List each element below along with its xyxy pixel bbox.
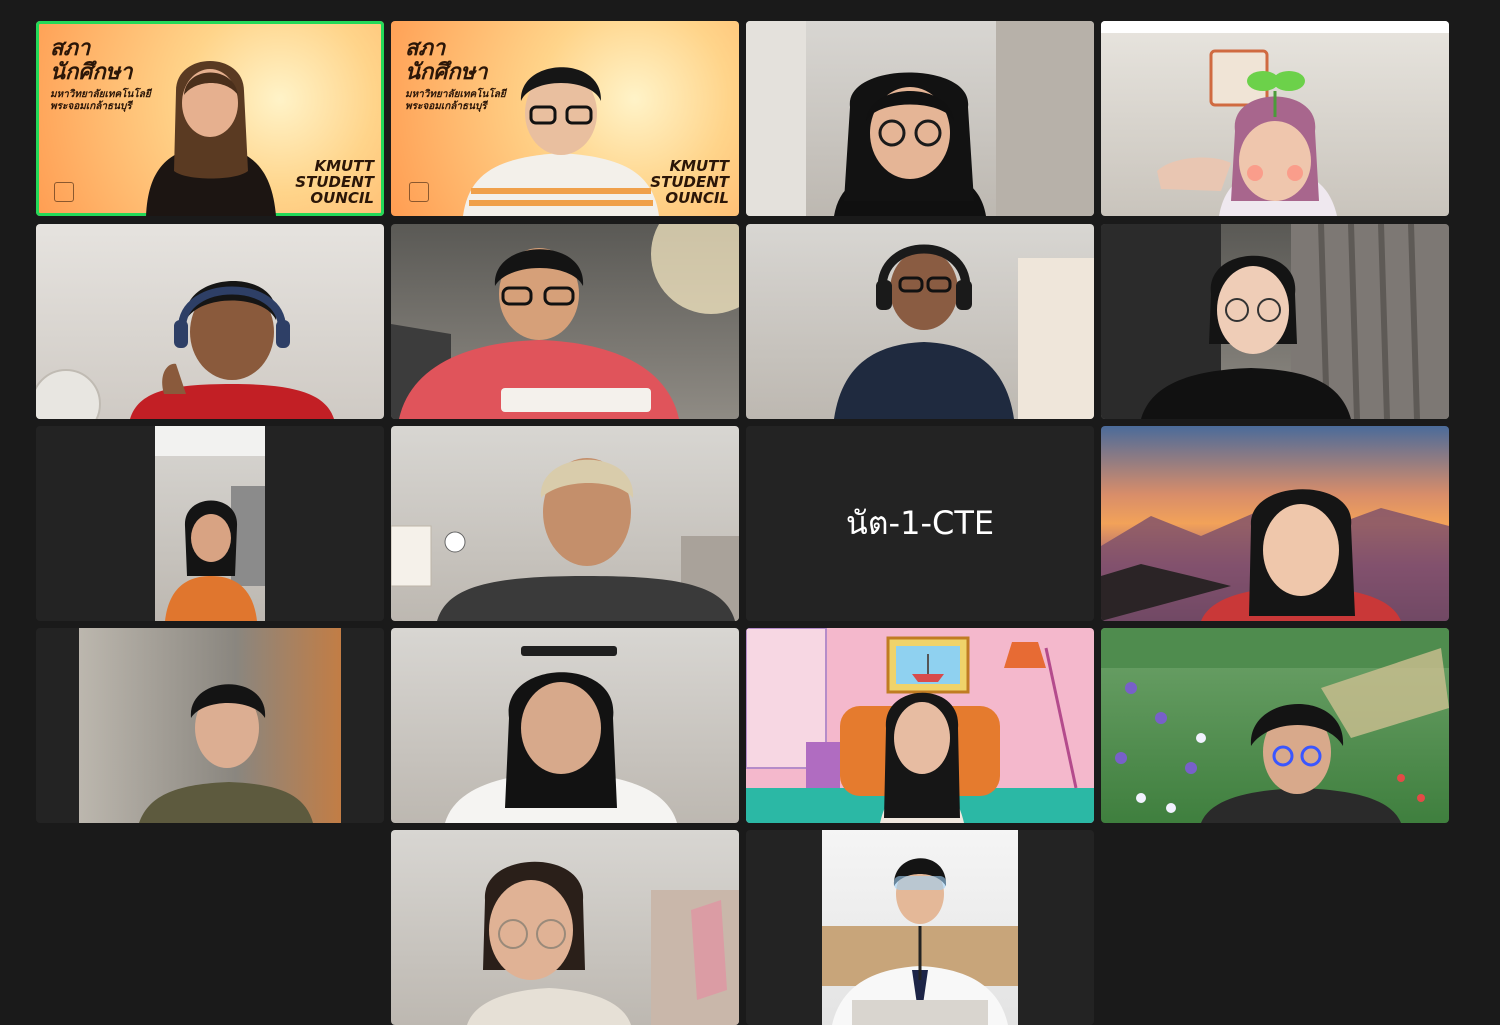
participant-tile-4[interactable] [1101,21,1449,216]
participant-tile-5[interactable] [36,224,384,419]
participant-tile-7[interactable] [746,224,1094,419]
participant-tile-17[interactable] [391,830,739,1025]
participant-tile-11[interactable]: นัต-1-CTE [746,426,1094,621]
participant-video [1101,628,1449,823]
participant-tile-15[interactable] [746,628,1094,823]
participant-video [1101,224,1449,419]
participant-video [146,61,276,216]
participant-video [746,21,1094,216]
participant-video [391,458,739,621]
participant-video [391,224,739,419]
participant-tile-14[interactable] [391,628,739,823]
participant-tile-13[interactable] [36,628,384,823]
participant-video [463,67,659,216]
participant-video [1101,21,1449,216]
participant-tile-8[interactable] [1101,224,1449,419]
participant-video [36,280,334,419]
participant-video [834,244,1094,419]
participant-tile-1[interactable]: สภา นักศึกษา มหาวิทยาลัยเทคโนโลยี พระจอม… [36,21,384,216]
participant-tile-6[interactable] [391,224,739,419]
participant-video [445,646,677,823]
participant-tile-10[interactable] [391,426,739,621]
participant-name: นัต-1-CTE [845,504,995,542]
participant-tile-18[interactable] [746,830,1094,1025]
participant-tile-3[interactable] [746,21,1094,216]
participant-video [746,628,1094,823]
participant-video [467,861,739,1025]
participant-video [139,684,313,823]
participant-tile-9[interactable] [36,426,384,621]
participant-video [1101,489,1449,621]
participant-video [155,426,265,621]
participant-tile-12[interactable] [1101,426,1449,621]
participant-tile-2[interactable]: สภา นักศึกษา มหาวิทยาลัยเทคโนโลยี พระจอม… [391,21,739,216]
participant-tile-16[interactable] [1101,628,1449,823]
participant-video [822,858,1018,1025]
